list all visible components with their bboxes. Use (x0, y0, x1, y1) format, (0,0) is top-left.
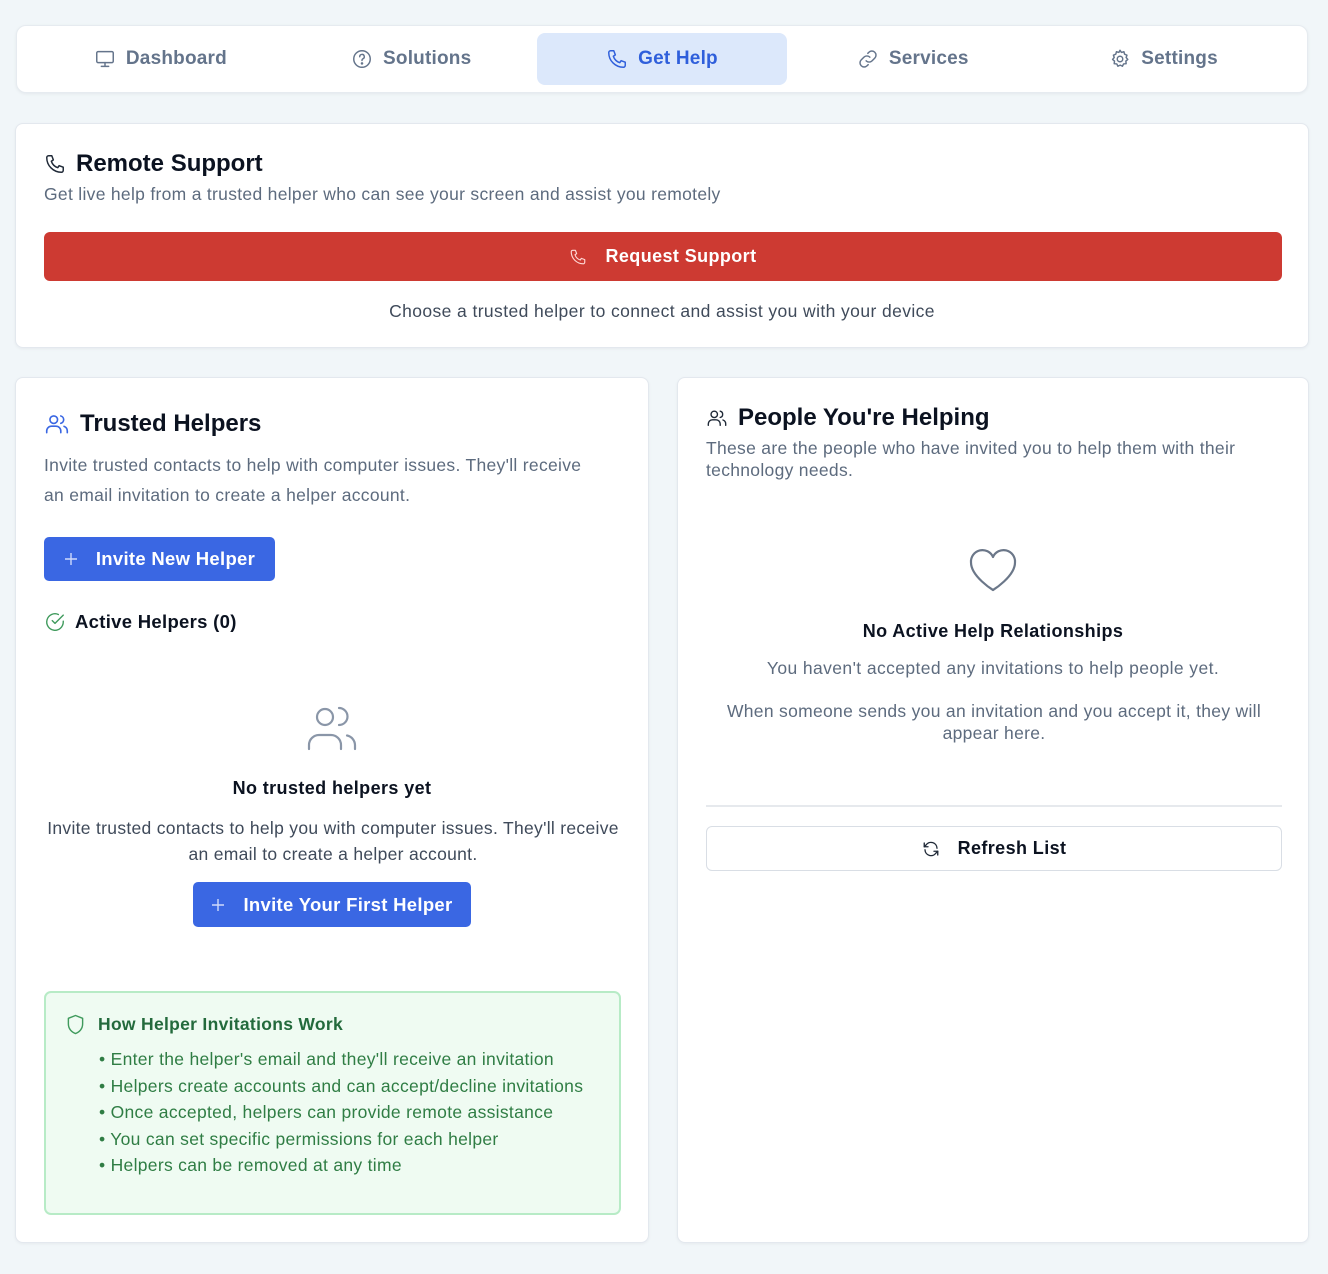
tab-label: Settings (1141, 48, 1218, 69)
list-item: Enter the helper's email and they'll rec… (99, 1048, 609, 1070)
no-relationships-description: When someone sends you an invitation and… (726, 701, 1262, 743)
monitor-icon (94, 48, 116, 70)
divider (706, 805, 1282, 807)
users-icon (706, 407, 728, 429)
tab-dashboard[interactable]: Dashboard (35, 33, 286, 85)
gear-icon (1109, 48, 1131, 70)
refresh-icon (922, 840, 940, 858)
active-helpers-heading: Active Helpers (0) (44, 611, 237, 633)
no-relationships-title: No Active Help Relationships (862, 621, 1124, 641)
list-item: Helpers can be removed at any time (99, 1154, 609, 1176)
trusted-helpers-card: Trusted Helpers Invite trusted contacts … (15, 377, 649, 1243)
trusted-helpers-title: Trusted Helpers (80, 410, 262, 437)
invite-first-helper-label: Invite Your First Helper (243, 893, 453, 915)
tab-label: Services (888, 48, 969, 69)
refresh-list-label: Refresh List (957, 838, 1067, 858)
refresh-list-button[interactable]: Refresh List (706, 826, 1282, 871)
tab-label: Dashboard (125, 48, 227, 69)
how-invitations-list: Enter the helper's email and they'll rec… (99, 1048, 609, 1181)
users-icon (306, 704, 358, 752)
empty-helpers-description: Invite trusted contacts to help you with… (47, 818, 619, 864)
plus-icon (211, 898, 225, 912)
no-relationships-subtitle: You haven't accepted any invitations to … (766, 658, 1220, 678)
shield-icon (66, 1014, 85, 1035)
people-helping-card: People You're Helping These are the peop… (677, 377, 1309, 1243)
users-icon (44, 411, 70, 437)
remote-support-heading: Remote Support (44, 150, 263, 178)
list-item: Helpers create accounts and can accept/d… (99, 1075, 609, 1097)
request-support-label: Request Support (605, 246, 757, 266)
empty-helpers-title: No trusted helpers yet (232, 778, 432, 798)
remote-support-title: Remote Support (76, 150, 263, 177)
trusted-helpers-heading: Trusted Helpers (44, 410, 261, 438)
invite-new-helper-button[interactable]: Invite New Helper (44, 537, 275, 581)
how-invitations-heading: How Helper Invitations Work (66, 1014, 343, 1035)
link-icon (857, 48, 879, 70)
list-item: Once accepted, helpers can provide remot… (99, 1101, 609, 1123)
people-helping-description: These are the people who have invited yo… (706, 438, 1236, 480)
remote-support-card: Remote Support Get live help from a trus… (15, 123, 1309, 348)
invite-first-helper-button[interactable]: Invite Your First Helper (193, 882, 471, 927)
phone-icon (606, 48, 628, 70)
invite-new-helper-label: Invite New Helper (95, 548, 256, 569)
phone-icon (569, 248, 587, 266)
remote-support-note: Choose a trusted helper to connect and a… (389, 301, 935, 321)
check-circle-icon (44, 611, 66, 633)
trusted-helpers-description: Invite trusted contacts to help with com… (44, 455, 582, 505)
tab-label: Get Help (638, 48, 718, 69)
how-invitations-info-box: How Helper Invitations Work Enter the he… (44, 991, 621, 1215)
people-helping-title: People You're Helping (738, 404, 990, 431)
phone-icon (44, 153, 66, 175)
people-helping-heading: People You're Helping (706, 404, 990, 432)
tab-label: Solutions (383, 48, 472, 69)
how-invitations-title: How Helper Invitations Work (98, 1014, 344, 1034)
request-support-button[interactable]: Request Support (44, 232, 1282, 281)
heart-icon (968, 547, 1018, 593)
tab-get-help[interactable]: Get Help (536, 33, 788, 85)
main-nav: Dashboard Solutions Get Help Services Se… (16, 25, 1308, 93)
active-helpers-label: Active Helpers (0) (75, 611, 237, 632)
tab-settings[interactable]: Settings (1038, 33, 1289, 85)
tab-services[interactable]: Services (787, 33, 1038, 85)
tab-solutions[interactable]: Solutions (286, 33, 537, 85)
help-circle-icon (351, 48, 373, 70)
list-item: You can set specific permissions for eac… (99, 1128, 609, 1150)
remote-support-subtitle: Get live help from a trusted helper who … (44, 184, 721, 204)
plus-icon (64, 552, 78, 566)
